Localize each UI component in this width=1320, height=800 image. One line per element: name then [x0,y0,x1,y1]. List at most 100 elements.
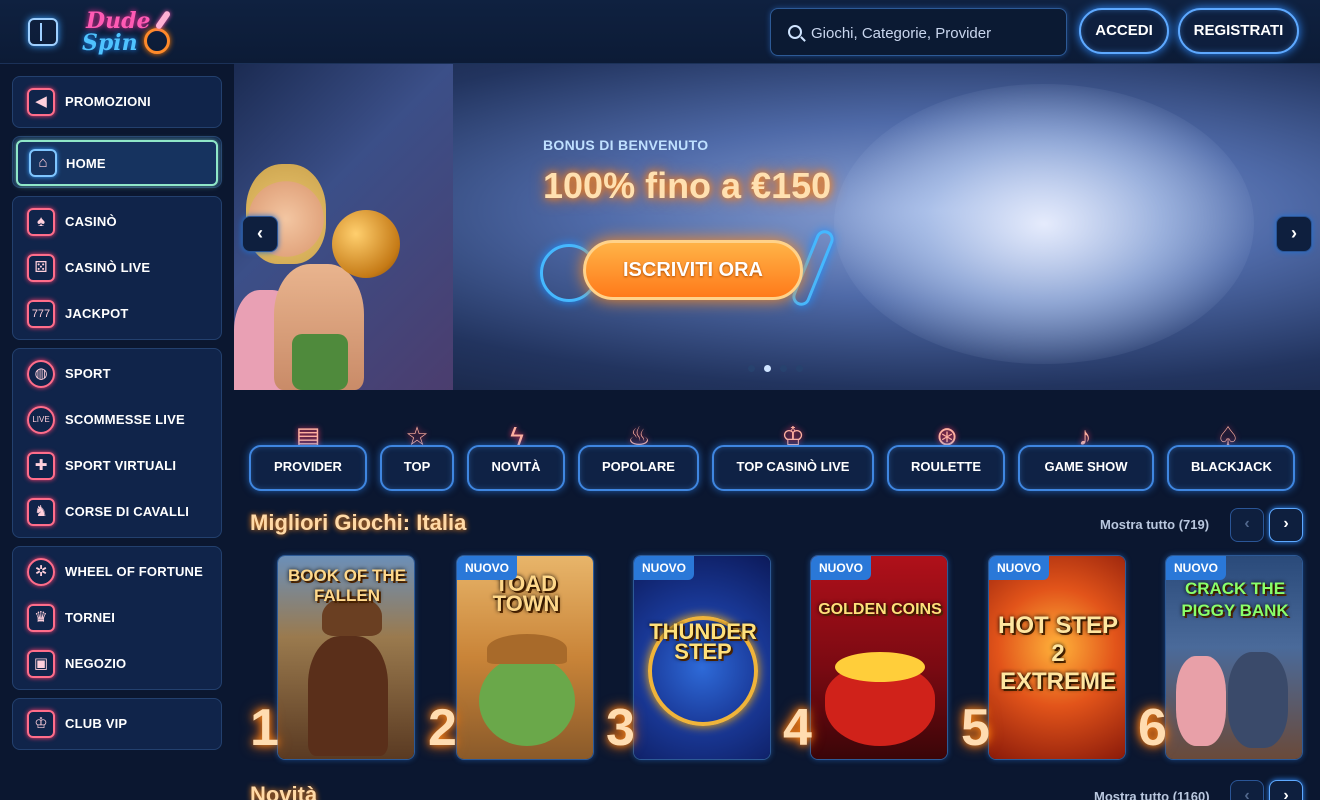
sidebar-item-label: SPORT [65,366,111,381]
hero-dot-active[interactable] [764,365,771,372]
sidebar-item-negozio[interactable]: ▣ NEGOZIO [13,644,221,684]
hero-dot[interactable] [796,365,803,372]
sidebar: ◀ PROMOZIONI ⌂ HOME ♠ CASINÒ ⚄ CASINÒ LI… [0,64,234,800]
hero-next-button[interactable]: › [1276,216,1312,252]
category-roulette[interactable]: ROULETTE [887,445,1005,491]
sidebar-item-casino-live[interactable]: ⚄ CASINÒ LIVE [13,248,221,288]
new-badge: NUOVO [1166,556,1226,580]
shop-bag-icon: ▣ [27,650,55,678]
megaphone-icon: ◀ [27,88,55,116]
game-title: BOOK OF THE FALLEN [287,566,407,605]
category-top-casino-live[interactable]: TOP CASINÒ LIVE [712,445,874,491]
sidebar-item-sport[interactable]: ◍ SPORT [13,354,221,394]
sidebar-item-tornei[interactable]: ♛ TORNEI [13,598,221,638]
sidebar-item-wheel-of-fortune[interactable]: ✲ WHEEL OF FORTUNE [13,552,221,592]
game-title: THUNDER STEP [649,619,757,664]
horse-icon: ♞ [27,498,55,526]
game-card[interactable]: CRACK THE PIGGY BANK NUOVO [1165,555,1303,760]
hero-subtitle: BONUS DI BENVENUTO [543,137,709,153]
bowling-ball-icon [144,28,170,54]
hero-dot[interactable] [748,365,755,372]
trophy-icon: ♛ [27,604,55,632]
sidebar-item-label: TORNEI [65,610,116,625]
category-top[interactable]: TOP [380,445,454,491]
top-header: Dude Spin ACCEDI REGISTRATI [0,0,1320,64]
carousel-prev-button[interactable]: ‹ [1230,508,1264,542]
sidebar-item-jackpot[interactable]: 777 JACKPOT [13,294,221,334]
new-badge: NUOVO [634,556,694,580]
hero-title: 100% fino a €150 [543,165,832,206]
hero-bowling-ball [332,210,400,278]
sidebar-item-label: HOME [66,156,106,171]
bowling-pin-icon [154,10,172,30]
logo-text-bottom: Spin [82,30,138,56]
sidebar-group-casino: ♠ CASINÒ ⚄ CASINÒ LIVE 777 JACKPOT [12,196,222,340]
hero-figure-shape [292,334,348,390]
sidebar-item-label: SPORT VIRTUALI [65,458,177,473]
sidebar-item-sport-virtuali[interactable]: ✚ SPORT VIRTUALI [13,446,221,486]
game-artwork-figure [487,634,567,664]
new-badge: NUOVO [457,556,517,580]
hero-prev-button[interactable]: ‹ [242,216,278,252]
carousel-next-button[interactable]: › [1269,780,1303,800]
sidebar-item-label: CORSE DI CAVALLI [65,504,190,519]
carousel-next-button[interactable]: › [1269,508,1303,542]
login-button[interactable]: ACCEDI [1079,8,1169,54]
game-rank: 6 [1138,699,1167,757]
game-title: HOT STEP 2 EXTREME [997,612,1118,695]
game-artwork-figure [1176,656,1226,746]
sidebar-item-label: PROMOZIONI [65,94,151,109]
hero-background-glow [834,84,1254,364]
show-all-link[interactable]: Mostra tutto (1160) [1094,789,1210,800]
section-title-top-games: Migliori Giochi: Italia [250,510,467,535]
signup-cta-button[interactable]: ISCRIVITI ORA [583,240,803,300]
category-popolare[interactable]: POPOLARE [578,445,699,491]
category-provider[interactable]: PROVIDER [249,445,367,491]
sidebar-item-club-vip[interactable]: ♔ CLUB VIP [13,704,221,744]
search-input[interactable] [811,21,1056,45]
register-button[interactable]: REGISTRATI [1178,8,1299,54]
game-rank: 4 [783,699,812,757]
sidebar-item-scommesse-live[interactable]: LIVE SCOMMESSE LIVE [13,400,221,440]
category-blackjack[interactable]: BLACKJACK [1167,445,1295,491]
live-icon: LIVE [27,406,55,434]
search-box[interactable] [770,8,1067,56]
sidebar-group-promo: ◀ PROMOZIONI [12,76,222,128]
sidebar-toggle-icon[interactable] [28,18,58,46]
game-card[interactable]: HOT STEP 2 EXTREME NUOVO [988,555,1126,760]
game-rank: 1 [250,699,279,757]
site-logo[interactable]: Dude Spin [82,6,182,58]
hero-banner[interactable]: BONUS DI BENVENUTO 100% fino a €150 ISCR… [234,64,1320,390]
sidebar-item-label: CASINÒ [65,214,117,229]
slot-777-icon: 777 [27,300,55,328]
game-artwork-figure [1228,652,1288,748]
game-card[interactable]: BOOK OF THE FALLEN [277,555,415,760]
new-badge: NUOVO [989,556,1049,580]
carousel-prev-button[interactable]: ‹ [1230,780,1264,800]
game-card[interactable]: THUNDER STEP NUOVO [633,555,771,760]
game-card[interactable]: TOAD TOWN NUOVO [456,555,594,760]
search-icon [788,25,802,39]
sidebar-item-casino[interactable]: ♠ CASINÒ [13,202,221,242]
game-card[interactable]: GOLDEN COINS NUOVO [810,555,948,760]
wheel-icon: ✲ [27,558,55,586]
sidebar-item-label: CLUB VIP [65,716,128,731]
game-rank: 3 [606,699,635,757]
sidebar-group-sport: ◍ SPORT LIVE SCOMMESSE LIVE ✚ SPORT VIRT… [12,348,222,538]
category-game-show[interactable]: GAME SHOW [1018,445,1154,491]
spade-icon: ♠ [27,208,55,236]
dice-icon: ⚄ [27,254,55,282]
hero-pagination [748,365,808,375]
sidebar-item-promozioni[interactable]: ◀ PROMOZIONI [13,82,221,122]
show-all-link[interactable]: Mostra tutto (719) [1100,517,1209,532]
sidebar-item-label: SCOMMESSE LIVE [65,412,185,427]
sidebar-item-corse-di-cavalli[interactable]: ♞ CORSE DI CAVALLI [13,492,221,532]
game-artwork-figure [479,656,575,746]
game-title: TOAD TOWN [492,571,560,616]
game-rank: 2 [428,699,457,757]
crown-icon: ♔ [27,710,55,738]
hero-dot[interactable] [780,365,787,372]
category-novita[interactable]: NOVITÀ [467,445,565,491]
sidebar-item-home[interactable]: ⌂ HOME [16,140,218,186]
sidebar-item-label: CASINÒ LIVE [65,260,151,275]
